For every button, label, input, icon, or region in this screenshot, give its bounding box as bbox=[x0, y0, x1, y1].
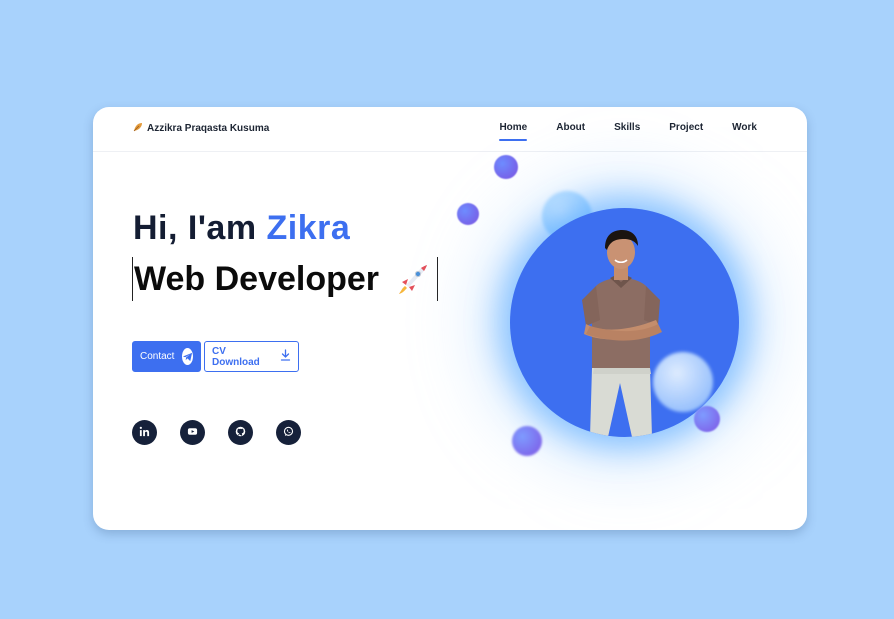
nav-item-about[interactable]: About bbox=[556, 122, 585, 139]
telegram-icon bbox=[182, 348, 194, 365]
youtube-icon bbox=[187, 424, 198, 442]
social-links bbox=[132, 420, 301, 445]
hero-headline: Hi, I'am Zikra bbox=[133, 209, 350, 248]
linkedin-icon bbox=[139, 424, 150, 442]
decorative-bubble bbox=[512, 426, 542, 456]
contact-button[interactable]: Contact bbox=[132, 341, 201, 372]
hero-role-typing: Web Developer bbox=[132, 257, 439, 301]
cv-download-label: CV Download bbox=[212, 345, 260, 368]
hero-role: Web Developer bbox=[134, 259, 380, 298]
hero-name: Zikra bbox=[266, 209, 351, 247]
main-nav: Home About Skills Project Work bbox=[499, 122, 757, 141]
whatsapp-icon bbox=[283, 424, 294, 442]
nav-item-home[interactable]: Home bbox=[499, 122, 527, 141]
nav-item-project[interactable]: Project bbox=[669, 122, 703, 139]
brand[interactable]: Azzikra Praqasta Kusuma bbox=[133, 122, 269, 135]
whatsapp-link[interactable] bbox=[276, 420, 301, 445]
hero-greeting: Hi, I'am bbox=[133, 209, 257, 247]
leaf-icon bbox=[133, 122, 143, 135]
brand-name: Azzikra Praqasta Kusuma bbox=[147, 123, 270, 134]
portfolio-card: Azzikra Praqasta Kusuma Home About Skill… bbox=[93, 107, 807, 530]
rocket-icon bbox=[393, 260, 431, 298]
github-link[interactable] bbox=[228, 420, 253, 445]
navbar: Azzikra Praqasta Kusuma Home About Skill… bbox=[93, 107, 807, 152]
download-icon bbox=[280, 349, 291, 364]
linkedin-link[interactable] bbox=[132, 420, 157, 445]
nav-item-skills[interactable]: Skills bbox=[614, 122, 640, 139]
cv-download-button[interactable]: CV Download bbox=[204, 341, 299, 372]
decorative-bubble bbox=[694, 406, 720, 432]
hero-buttons: Contact CV Download bbox=[132, 341, 299, 372]
contact-button-label: Contact bbox=[140, 351, 175, 362]
youtube-link[interactable] bbox=[180, 420, 205, 445]
github-icon bbox=[235, 424, 246, 442]
decorative-bubble bbox=[494, 155, 518, 179]
decorative-bubble bbox=[653, 352, 713, 412]
decorative-bubble bbox=[457, 203, 479, 225]
nav-item-work[interactable]: Work bbox=[732, 122, 757, 139]
